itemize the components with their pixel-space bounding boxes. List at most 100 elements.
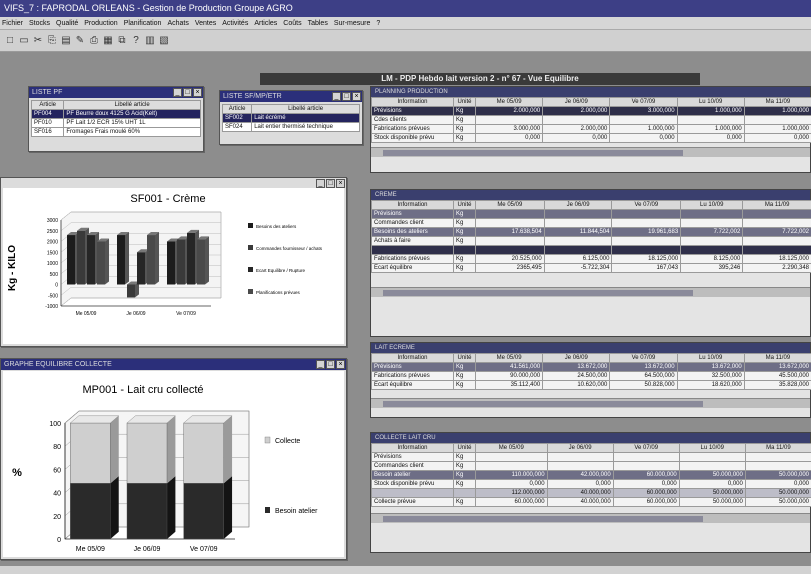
- cell-value[interactable]: [744, 452, 811, 462]
- cell-value[interactable]: 0,000: [612, 479, 680, 489]
- cell-value[interactable]: [678, 461, 746, 471]
- column-header-day[interactable]: Je 06/09: [542, 353, 611, 363]
- cell-value[interactable]: 13.672,000: [743, 362, 811, 372]
- list-row[interactable]: SF002 Lait écrémé: [221, 113, 360, 123]
- help-icon[interactable]: ?: [130, 35, 142, 47]
- maximize-icon[interactable]: □: [326, 360, 335, 369]
- column-header-day[interactable]: Lu 10/09: [678, 443, 746, 453]
- column-header-information[interactable]: Information: [371, 97, 454, 107]
- cell-value[interactable]: [475, 461, 548, 471]
- cell-value[interactable]: [475, 209, 545, 219]
- column-header-day[interactable]: Ma 11/09: [742, 200, 811, 210]
- article-label[interactable]: Lait entier thermisé technique: [251, 122, 360, 132]
- cell-value[interactable]: 0,000: [475, 479, 548, 489]
- cell-value[interactable]: 7.722,002: [742, 227, 811, 237]
- window-cascade-icon[interactable]: ▧: [158, 35, 170, 47]
- menu-item-10[interactable]: Tables: [308, 20, 328, 27]
- menu-item-8[interactable]: Articles: [254, 20, 277, 27]
- cell-value[interactable]: [612, 452, 680, 462]
- cell-value[interactable]: [611, 218, 682, 228]
- cell-value[interactable]: 40.000,000: [546, 497, 614, 507]
- cell-value[interactable]: 20.525,000: [475, 254, 545, 264]
- cell-value[interactable]: 1.000,000: [676, 106, 745, 116]
- cell-value[interactable]: 50.000,000: [744, 497, 811, 507]
- cell-value[interactable]: 10.620,000: [542, 380, 611, 390]
- cell-value[interactable]: 0,000: [542, 133, 611, 143]
- column-header-day[interactable]: Me 05/09: [475, 443, 548, 453]
- table-row[interactable]: Ecart équilibre Kg 35.112,400 10.620,000 50.…: [371, 380, 811, 390]
- close-icon[interactable]: ×: [352, 92, 361, 101]
- cell-value[interactable]: [742, 218, 811, 228]
- table-row[interactable]: Prévisions Kg 2.000,000 2.000,000 3.000,000 1…: [371, 106, 811, 116]
- print-preview-icon[interactable]: ▦: [102, 35, 114, 47]
- menu-item-6[interactable]: Ventes: [195, 20, 216, 27]
- column-header-day[interactable]: Je 06/09: [546, 443, 614, 453]
- collecte-scrollbar[interactable]: [371, 513, 810, 523]
- cell-value[interactable]: 110.000,000: [475, 470, 548, 480]
- cell-value[interactable]: 35.112,400: [474, 380, 544, 390]
- cell-value[interactable]: 8.125,000: [680, 254, 744, 264]
- article-label[interactable]: PF Beurre doux 4125 G Acid(Kelt): [63, 109, 201, 119]
- column-header-day[interactable]: Lu 10/09: [676, 353, 745, 363]
- table-row[interactable]: Collecte prévue Kg 60.000,000 40.000,000 60.…: [371, 497, 811, 507]
- cell-value[interactable]: 32.500,000: [676, 371, 745, 381]
- planning-scrollbar[interactable]: [371, 147, 810, 157]
- cell-value[interactable]: [474, 115, 544, 125]
- cell-value[interactable]: 0,000: [609, 133, 678, 143]
- cell-value[interactable]: [546, 452, 614, 462]
- cell-value[interactable]: 0,000: [676, 133, 745, 143]
- article-label[interactable]: PF Lait 1/2 ECR 15% UHT 1L: [63, 118, 201, 128]
- column-header-day[interactable]: Ve 07/09: [611, 200, 682, 210]
- article-code[interactable]: PF010: [30, 118, 65, 128]
- menu-item-2[interactable]: Qualité: [56, 20, 78, 27]
- list-row[interactable]: PF004 PF Beurre doux 4125 G Acid(Kelt): [30, 109, 201, 119]
- cell-value[interactable]: [611, 209, 682, 219]
- creme-scrollbar[interactable]: [371, 287, 810, 297]
- column-header-day[interactable]: Lu 10/09: [680, 200, 744, 210]
- menu-item-11[interactable]: Sur-mesure: [334, 20, 371, 27]
- article-code[interactable]: SF016: [30, 127, 65, 137]
- cell-value[interactable]: 50.000,000: [678, 470, 746, 480]
- table-row[interactable]: Prévisions Kg: [371, 209, 811, 219]
- cell-value[interactable]: 90.000,000: [474, 371, 544, 381]
- cell-value[interactable]: [680, 218, 744, 228]
- cell-value[interactable]: 18.620,000: [676, 380, 745, 390]
- window-tile-icon[interactable]: ▥: [144, 35, 156, 47]
- maximize-icon[interactable]: □: [183, 88, 192, 97]
- table-row[interactable]: [371, 245, 811, 255]
- cell-value[interactable]: 112.000,000: [475, 488, 548, 498]
- cell-value[interactable]: [744, 461, 811, 471]
- column-header-article[interactable]: Article: [30, 100, 65, 110]
- cell-value[interactable]: [609, 115, 678, 125]
- cell-value[interactable]: 7.722,002: [680, 227, 744, 237]
- table-row[interactable]: Commandes client Kg: [371, 461, 811, 471]
- table-row[interactable]: Fabrications prévues Kg 90.000,000 24.500,0…: [371, 371, 811, 381]
- cell-value[interactable]: 50.000,000: [678, 497, 746, 507]
- menu-item-1[interactable]: Stocks: [29, 20, 50, 27]
- cell-value[interactable]: 395,246: [680, 263, 744, 273]
- close-icon[interactable]: ×: [336, 360, 345, 369]
- menu-item-3[interactable]: Production: [84, 20, 117, 27]
- column-header-article[interactable]: Article: [221, 104, 253, 114]
- column-header-unite[interactable]: Unité: [453, 353, 476, 363]
- cell-value[interactable]: 35.828,000: [743, 380, 811, 390]
- lait-ecreme-scrollbar[interactable]: [371, 398, 810, 408]
- list-row[interactable]: PF010 PF Lait 1/2 ECR 15% UHT 1L: [30, 118, 201, 128]
- table-row[interactable]: Besoins des ateliers Kg 17.638,504 11.844,5…: [371, 227, 811, 237]
- cell-value[interactable]: 0,000: [744, 479, 811, 489]
- liste-sf-window[interactable]: LISTE SF/MP/ETR _ □ × Article Libellé arti…: [219, 90, 363, 145]
- cell-value[interactable]: [678, 452, 746, 462]
- print-icon[interactable]: ⎙: [88, 35, 100, 47]
- table-row[interactable]: Commandes client Kg: [371, 218, 811, 228]
- column-header-day[interactable]: Ve 07/09: [609, 97, 678, 107]
- cell-value[interactable]: [680, 209, 744, 219]
- cell-value[interactable]: [742, 245, 811, 255]
- cell-value[interactable]: 41.561,000: [474, 362, 544, 372]
- cell-value[interactable]: 6.125,000: [543, 254, 613, 264]
- minimize-icon[interactable]: _: [332, 92, 341, 101]
- table-row[interactable]: Stock disponible prévu Kg 0,000 0,000 0,000 0…: [371, 133, 811, 143]
- menu-item-5[interactable]: Achats: [167, 20, 188, 27]
- cell-value[interactable]: 0,000: [474, 133, 544, 143]
- list-row[interactable]: SF016 Fromages Frais moulé 60%: [30, 127, 201, 137]
- menu-item-4[interactable]: Planification: [124, 20, 162, 27]
